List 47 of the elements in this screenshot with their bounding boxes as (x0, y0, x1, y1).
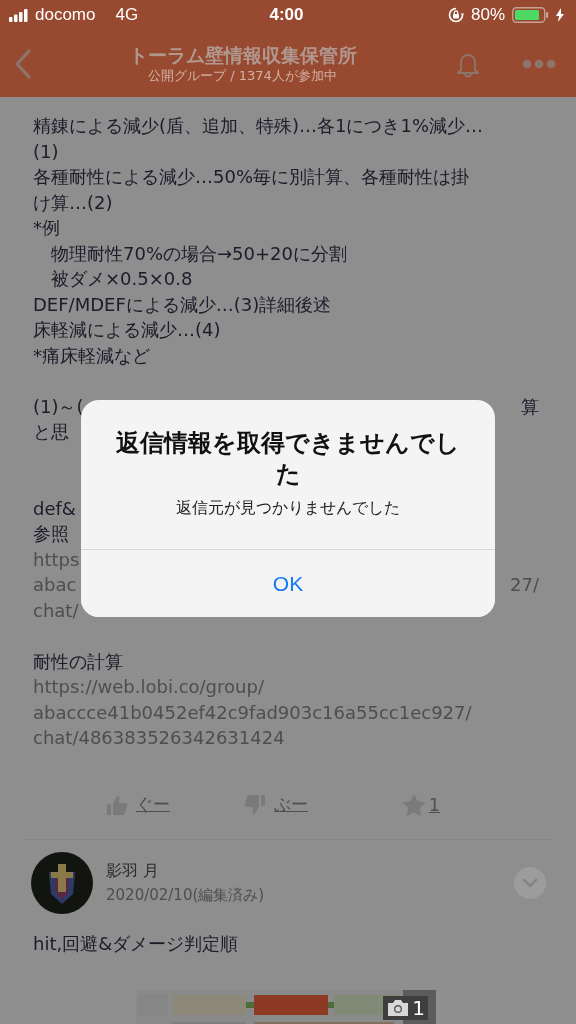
battery-icon (512, 7, 549, 23)
avatar-icon (31, 851, 93, 914)
post-text: *例 (33, 216, 60, 240)
post-text: 各種耐性による減少…50%毎に別計算、各種耐性は掛 (33, 165, 469, 189)
camera-icon (386, 998, 411, 1017)
post-text: 耐性の計算 (33, 649, 123, 674)
post-text: 被ダメ×0.5×0.8 (50, 267, 193, 291)
back-icon (13, 47, 33, 80)
photo-count: 1 (412, 995, 425, 1020)
post-text: 物理耐性70%の場合→50+20に分割 (50, 241, 347, 266)
post-text: 算 (521, 394, 539, 419)
post-text: と思 (33, 420, 69, 444)
carrier-name: docomo (35, 5, 96, 25)
url-link[interactable]: chat/486383526342631424 (33, 725, 285, 751)
post-text: *痛床軽減など (33, 343, 150, 368)
battery-percent: 80% (470, 5, 505, 25)
more-icon (522, 58, 556, 69)
bad-link[interactable]: ぶー (274, 793, 308, 816)
post-text: け算…(2) (33, 190, 113, 215)
charging-bolt-icon (556, 8, 564, 22)
url-link[interactable]: chat/ (33, 597, 79, 623)
post-text: (1) (33, 139, 59, 164)
url-link[interactable]: abaccce41b0452ef42c9fad903c16a55cc1ec927/ (33, 699, 472, 725)
url-link[interactable]: https://web.lobi.co/group/ (33, 674, 264, 700)
dialog-message: 返信元が見つかりませんでした (175, 498, 401, 519)
group-title: トーラム壁情報収集保管所 (127, 42, 358, 67)
signal-icon (9, 8, 29, 22)
clock-time: 4:00 (269, 5, 304, 25)
post-text: 参照 (33, 522, 69, 546)
rotation-lock-icon (447, 7, 464, 23)
post-date: 2020/02/10(編集済み) (106, 884, 266, 906)
chevron-down-icon (514, 866, 546, 899)
url-link[interactable]: https (33, 546, 80, 572)
star-count[interactable]: 1 (429, 794, 440, 815)
post-text: def& (33, 496, 76, 521)
post-text: (1)～( (33, 394, 84, 419)
dialog-title: 返信情報を取得できませんでした (115, 428, 461, 490)
author-name: 影羽 月 (106, 859, 161, 882)
post-text: 床軽減による減少…(4) (33, 318, 221, 342)
post-text: DEF/MDEFによる減少…(3)詳細後述 (33, 292, 332, 317)
post-text: 精錬による減少(盾、追加、特殊)…各1につき1%減少… (33, 114, 484, 138)
url-link[interactable]: 27/ (510, 572, 539, 598)
group-subtitle: 公開グループ / 1374人が参加中 (147, 66, 338, 85)
network-type: 4G (115, 5, 139, 25)
post-text: hit,回避&ダメージ判定順 (32, 931, 240, 956)
url-link[interactable]: abac (33, 572, 77, 598)
good-link[interactable]: ぐー (136, 793, 170, 816)
